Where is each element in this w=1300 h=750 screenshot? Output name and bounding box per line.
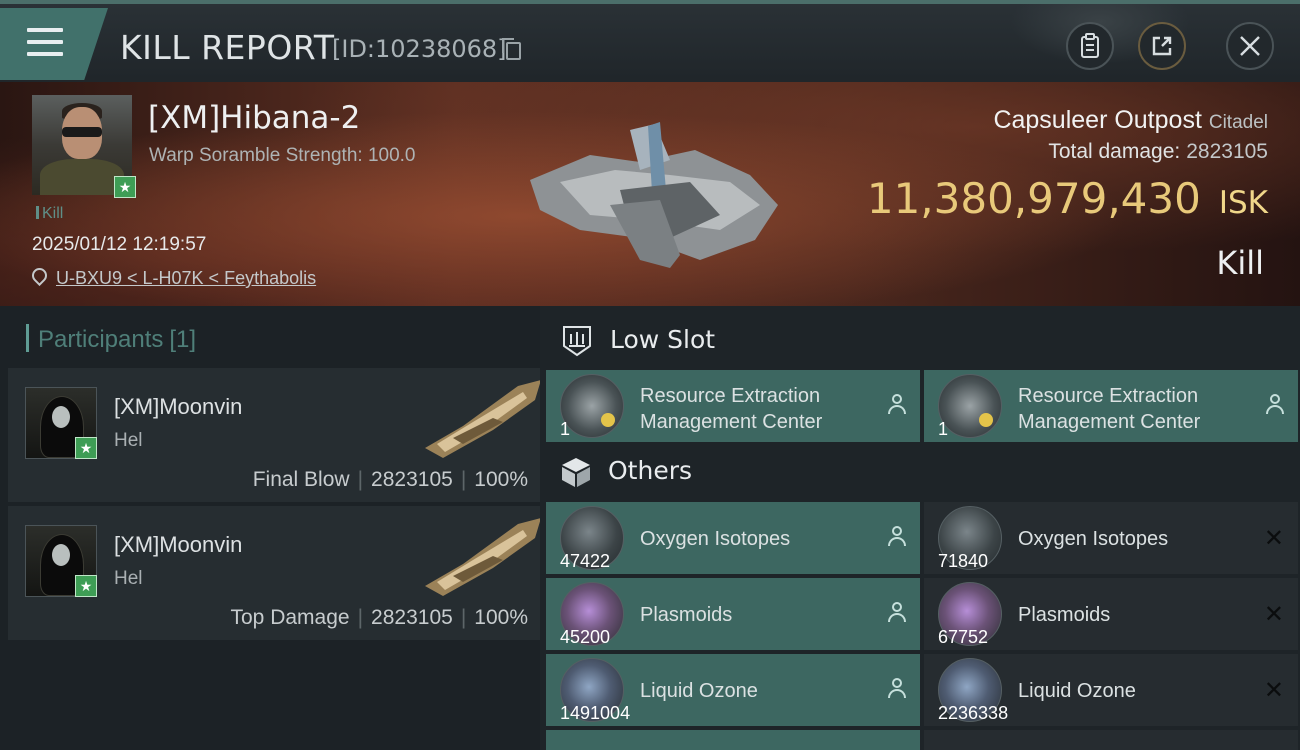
star-icon: ★ [114,176,136,198]
item-slot[interactable]: 1 Resource Extraction Management Center [924,370,1298,442]
section-low-slot: Low Slot [560,324,715,358]
participant-card[interactable]: ★ [XM]Moonvin Hel Top Damage | 2823105 | 100… [8,506,541,640]
close-button[interactable] [1226,22,1274,70]
menu-button[interactable] [0,8,108,80]
person-icon [888,678,906,700]
person-icon [888,394,906,416]
item-slot[interactable] [546,730,920,750]
person-icon [888,602,906,624]
item-slot[interactable]: 2236338 Liquid Ozone ✕ [924,654,1298,726]
item-name: Oxygen Isotopes [1018,528,1169,550]
item-quantity: 1491004 [560,703,631,723]
share-icon [1152,36,1172,56]
item-slot[interactable]: 1 Resource Extraction Management Center [546,370,920,442]
item-slot[interactable]: 67752 Plasmoids ✕ [924,578,1298,650]
victim-pilot-name[interactable]: [XM]Hibana-2 [148,100,360,136]
warp-scramble-strength: Warp Soramble Strength: 100.0 [149,145,416,166]
destroyed-x-icon: ✕ [1263,676,1284,704]
participant-card[interactable]: ★ [XM]Moonvin Hel Final Blow | 2823105 | 100… [8,368,541,502]
location-pin-icon [28,264,51,287]
item-quantity: 47422 [560,551,611,571]
cube-icon [562,458,590,487]
kill-location[interactable]: U-BXU9 < L-H07K < Feythabolis [28,264,316,289]
item-name: Plasmoids [640,604,733,626]
item-slot[interactable] [924,730,1298,750]
low-slot-icon [563,326,591,357]
item-name: Liquid Ozone [1018,680,1136,702]
participant-ship: Hel [114,568,143,589]
target-name: Capsuleer Outpost Citadel [993,106,1268,134]
isk-value: 11,380,979,430 ISK [866,174,1268,223]
participants-panel: Participants [1] ★ [XM]Moonvin Hel Final … [0,306,541,750]
section-others: Others [560,456,692,488]
participant-name[interactable]: [XM]Moonvin [114,394,242,420]
item-name: Resource Extraction Management Center [640,385,823,433]
participant-stats: Final Blow | 2823105 | 100% [252,468,528,491]
hamburger-icon [27,28,63,64]
person-icon [1266,394,1284,416]
item-name: Resource Extraction Management Center [1018,385,1201,433]
close-icon [1240,36,1260,56]
copy-icon[interactable] [502,38,521,60]
item-quantity: 2236338 [938,703,1009,723]
report-id: [ID:10238068] [332,35,507,63]
item-slot[interactable]: 45200 Plasmoids [546,578,920,650]
item-quantity: 45200 [560,627,611,647]
items-panel: Low Slot 1 Resource Extraction Management… [540,306,1300,750]
item-slot[interactable]: 47422 Oxygen Isotopes [546,502,920,574]
header-bar: KILL REPORT [ID:10238068] [0,0,1300,86]
kill-tag: Kill [36,205,63,223]
participant-ship: Hel [114,430,143,451]
item-name: Oxygen Isotopes [640,528,791,550]
item-name: Liquid Ozone [640,680,758,702]
result-label: Kill [1216,244,1264,282]
person-icon [888,526,906,548]
item-quantity: 1 [938,419,949,439]
participants-title: Participants [1] [25,324,196,354]
item-slot[interactable]: 71840 Oxygen Isotopes ✕ [924,502,1298,574]
item-quantity: 67752 [938,627,989,647]
item-quantity: 71840 [938,551,989,571]
clipboard-button[interactable] [1066,22,1114,70]
clipboard-icon [1081,33,1099,58]
participant-name[interactable]: [XM]Moonvin [114,532,242,558]
participant-ship-image [425,380,541,458]
share-button[interactable] [1138,22,1186,70]
star-icon: ★ [75,437,97,459]
star-icon: ★ [75,575,97,597]
participant-stats: Top Damage | 2823105 | 100% [230,606,529,629]
item-quantity: 1 [560,419,571,439]
destroyed-x-icon: ✕ [1263,524,1284,552]
destroyed-x-icon: ✕ [1263,600,1284,628]
item-slot[interactable]: 1491004 Liquid Ozone [546,654,920,726]
structure-image [530,122,778,268]
item-name: Plasmoids [1018,604,1111,626]
participant-ship-image [425,518,541,596]
kill-datetime: 2025/01/12 12:19:57 [32,234,207,255]
page-title: KILL REPORT [120,28,335,67]
total-damage: Total damage: 2823105 [1048,140,1268,163]
victim-banner: ★ [XM]Hibana-2 Warp Soramble Strength: 1… [0,82,1300,306]
